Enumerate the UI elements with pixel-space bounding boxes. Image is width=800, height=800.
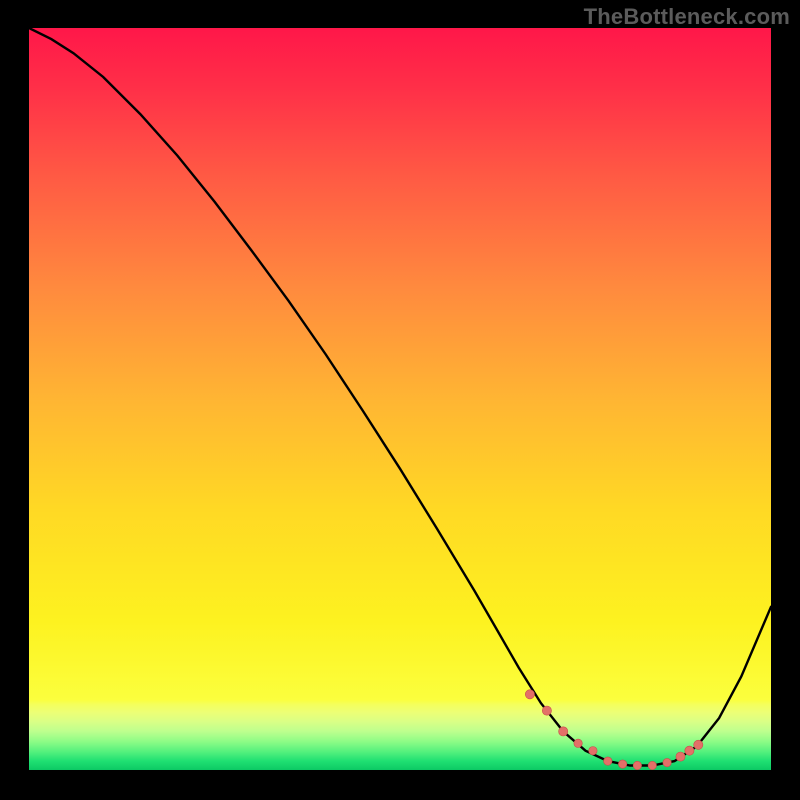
chart-frame: TheBottleneck.com [0, 0, 800, 800]
optimal-marker [694, 740, 703, 749]
optimal-marker [525, 690, 534, 699]
gradient-background [29, 28, 771, 770]
optimal-marker [559, 727, 568, 736]
watermark-text: TheBottleneck.com [584, 4, 790, 30]
chart-plot-area [29, 28, 771, 770]
optimal-marker [648, 761, 656, 769]
optimal-marker [604, 757, 612, 765]
optimal-marker [676, 752, 685, 761]
optimal-marker [574, 739, 582, 747]
optimal-marker [685, 746, 694, 755]
chart-svg [29, 28, 771, 770]
optimal-marker [663, 758, 671, 766]
optimal-marker [633, 761, 641, 769]
optimal-marker [542, 706, 551, 715]
optimal-marker [618, 760, 626, 768]
optimal-marker [589, 747, 597, 755]
